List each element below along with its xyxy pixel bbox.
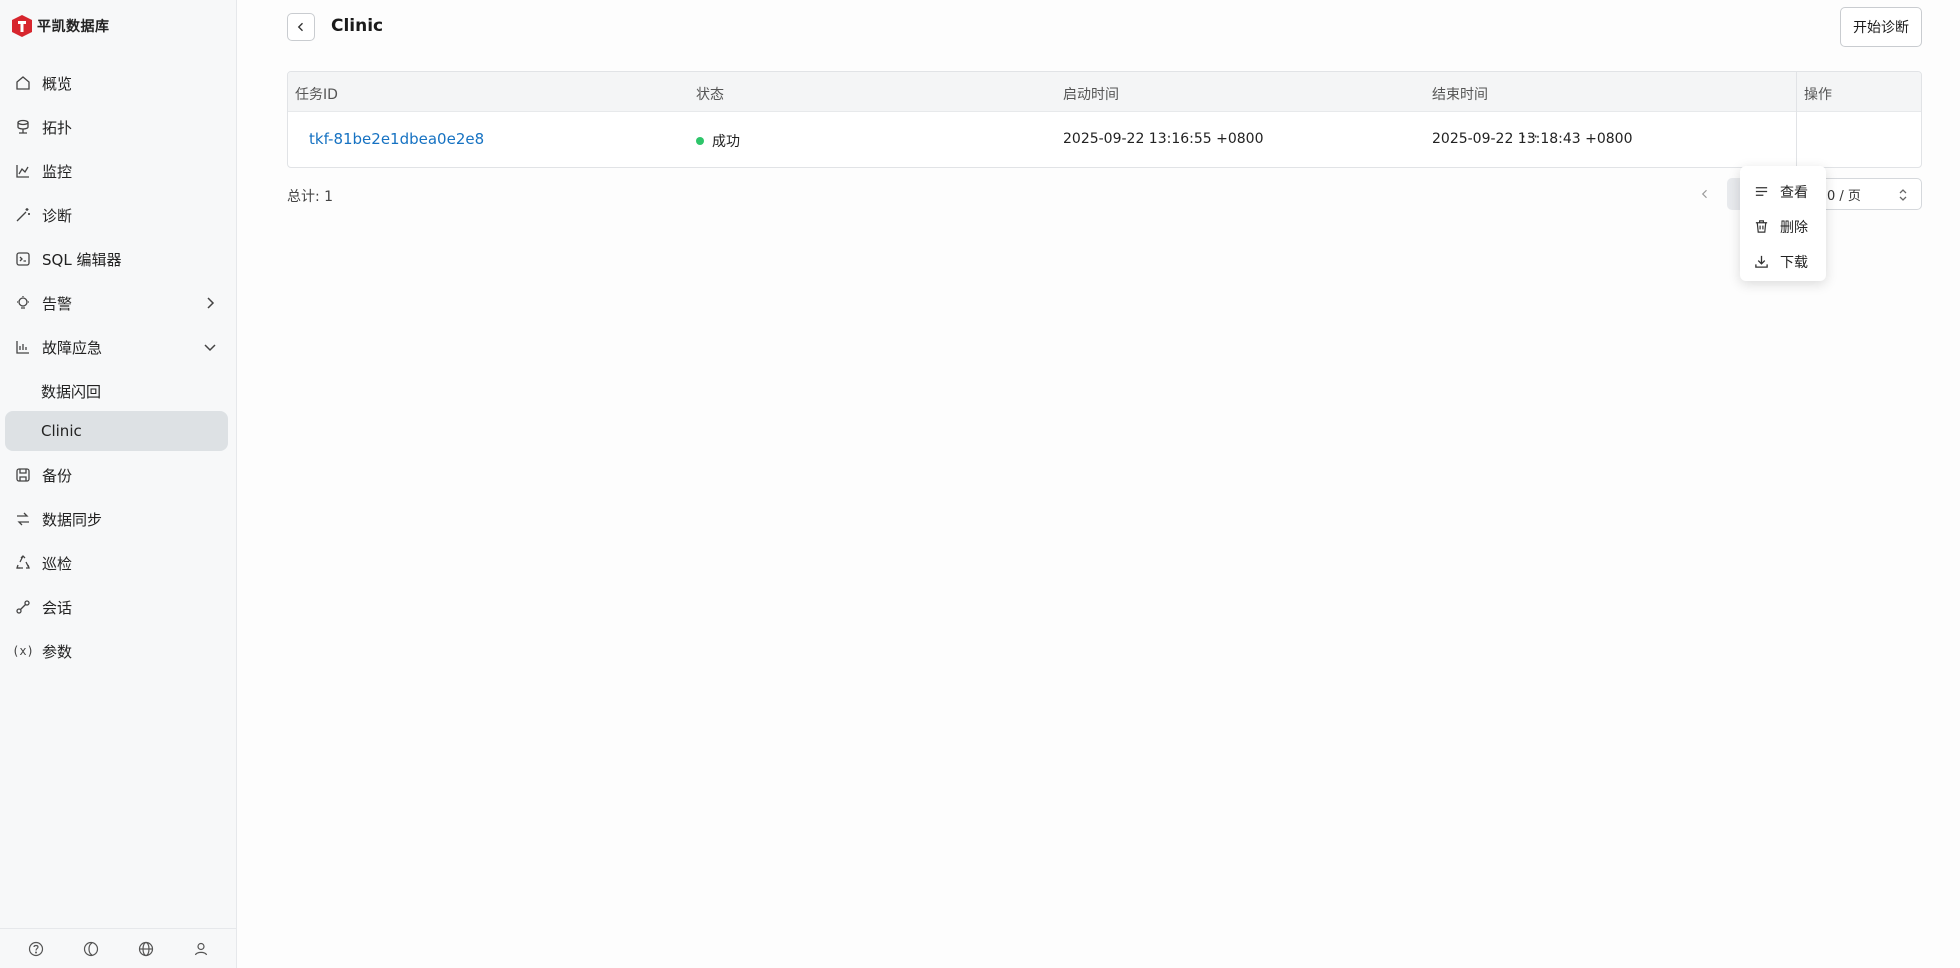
sidebar-item-backup[interactable]: 备份 <box>5 455 228 495</box>
column-header-status: 状态 <box>696 87 724 103</box>
status-text: 成功 <box>712 134 740 150</box>
help-icon[interactable] <box>27 940 45 958</box>
start-time-cell: 2025-09-22 13:16:55 +0800 <box>1063 131 1264 147</box>
sidebar-item-label: 监控 <box>42 162 73 181</box>
actions-column: 操作 <box>1796 72 1921 167</box>
sidebar-item-label: 巡检 <box>42 554 73 573</box>
trash-icon <box>1754 219 1770 235</box>
back-button[interactable] <box>287 13 315 41</box>
sidebar-item-emergency[interactable]: 故障应急 <box>5 327 228 367</box>
total-count: 总计: 1 <box>287 189 334 205</box>
page-size-value: 0 / 页 <box>1827 188 1861 204</box>
status-dot <box>696 137 704 145</box>
column-header-task-id: 任务ID <box>295 87 338 103</box>
sql-editor-icon <box>14 250 32 268</box>
menu-item-view[interactable]: 查看 <box>1740 174 1826 209</box>
column-header-actions: 操作 <box>1804 87 1832 103</box>
status-cell: 成功 <box>696 131 740 151</box>
sidebar-item-label: SQL 编辑器 <box>42 250 122 269</box>
user-icon[interactable] <box>192 940 210 958</box>
up-down-icon <box>1899 189 1907 201</box>
sidebar-item-inspection[interactable]: 巡检 <box>5 543 228 583</box>
sidebar-item-label: 概览 <box>42 74 73 93</box>
session-icon <box>14 598 32 616</box>
emergency-icon <box>14 338 32 356</box>
chevron-left-icon <box>1701 189 1707 199</box>
sidebar-item-label: 故障应急 <box>42 338 103 357</box>
menu-item-label: 下载 <box>1780 254 1808 271</box>
sidebar-item-sync[interactable]: 数据同步 <box>5 499 228 539</box>
sidebar-item-diagnose[interactable]: 诊断 <box>5 195 228 235</box>
page-title: Clinic <box>331 16 384 36</box>
task-table: 任务ID 状态 启动时间 结束时间 操作 tkf-81be2e1dbea0e2e… <box>287 71 1922 168</box>
sidebar-item-label: 拓扑 <box>42 118 73 137</box>
chevron-right-icon <box>207 297 215 309</box>
sync-icon <box>14 510 32 528</box>
sidebar-item-topology[interactable]: 拓扑 <box>5 107 228 147</box>
menu-item-delete[interactable]: 删除 <box>1740 209 1826 244</box>
sidebar-item-label: 参数 <box>42 642 73 661</box>
download-icon <box>1754 254 1770 270</box>
sidebar: 平凯数据库 概览 拓扑 监控 诊断 SQL 编辑器 告警 故障应急 数据闪回 C… <box>0 0 237 968</box>
menu-item-label: 删除 <box>1780 219 1808 236</box>
chevron-left-icon <box>297 22 303 32</box>
variable-icon: (x) <box>12 644 34 658</box>
sidebar-bottom-bar <box>0 928 237 968</box>
sidebar-item-label: 告警 <box>42 294 73 313</box>
sidebar-item-flashback[interactable]: 数据闪回 <box>5 371 228 411</box>
task-id-text[interactable]: tkf-81be2e1dbea0e2e8 <box>309 130 484 148</box>
sidebar-item-label: 数据闪回 <box>41 382 102 401</box>
theme-icon[interactable] <box>82 940 100 958</box>
menu-item-label: 查看 <box>1780 184 1808 201</box>
brand-name: 平凯数据库 <box>37 19 110 35</box>
column-header-end-time: 结束时间 <box>1432 87 1488 103</box>
home-icon <box>14 74 32 92</box>
sidebar-item-session[interactable]: 会话 <box>5 587 228 627</box>
logo[interactable]: 平凯数据库 <box>11 14 110 38</box>
chevron-down-icon <box>204 344 216 352</box>
sidebar-item-label: Clinic <box>41 422 82 440</box>
sidebar-item-monitor[interactable]: 监控 <box>5 151 228 191</box>
globe-icon[interactable] <box>137 940 155 958</box>
task-id-link[interactable]: tkf-81be2e1dbea0e2e8 <box>309 130 484 148</box>
sidebar-item-params[interactable]: (x) 参数 <box>5 631 228 671</box>
chart-icon <box>14 162 32 180</box>
brand-logo-icon <box>12 15 32 37</box>
sidebar-item-overview[interactable]: 概览 <box>5 63 228 103</box>
more-actions-button[interactable]: ··· <box>1519 125 1541 147</box>
save-icon <box>14 466 32 484</box>
column-header-start-time: 启动时间 <box>1063 87 1119 103</box>
wand-icon <box>14 206 32 224</box>
recycle-icon <box>14 554 32 572</box>
sidebar-item-label: 会话 <box>42 598 73 617</box>
sidebar-item-clinic[interactable]: Clinic <box>5 411 228 451</box>
sidebar-item-label: 诊断 <box>42 206 73 225</box>
sidebar-item-alerts[interactable]: 告警 <box>5 283 228 323</box>
topology-icon <box>14 118 32 136</box>
table-header: 任务ID 状态 启动时间 结束时间 <box>288 72 1921 112</box>
sidebar-item-label: 数据同步 <box>42 510 103 529</box>
lines-icon <box>1754 184 1770 200</box>
sidebar-item-label: 备份 <box>42 466 73 485</box>
start-diagnosis-button[interactable]: 开始诊断 <box>1840 7 1922 47</box>
prev-page-button[interactable] <box>1695 184 1715 204</box>
sidebar-item-sql-editor[interactable]: SQL 编辑器 <box>5 239 228 279</box>
menu-item-download[interactable]: 下载 <box>1740 244 1826 279</box>
actions-dropdown-menu: 查看 删除 下载 <box>1740 166 1826 281</box>
bulb-icon <box>14 294 32 312</box>
